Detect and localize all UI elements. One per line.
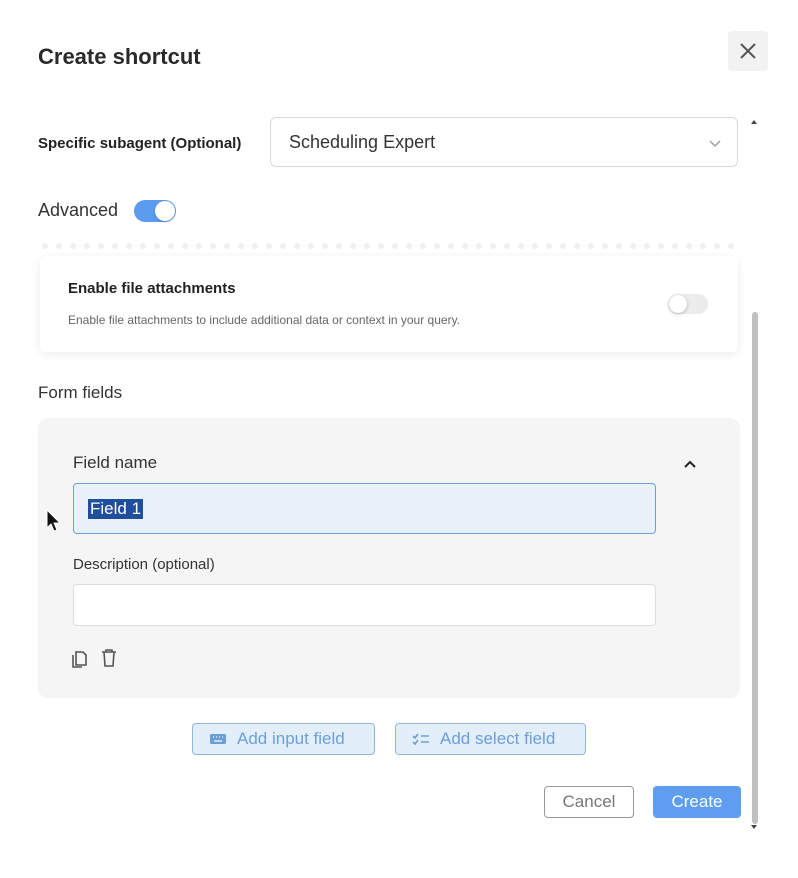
description-label: Description (optional) bbox=[73, 556, 215, 573]
file-attachments-title: Enable file attachments bbox=[68, 280, 236, 297]
close-button[interactable] bbox=[728, 31, 768, 71]
scrollbar-thumb[interactable] bbox=[752, 312, 758, 824]
field-name-label: Field name bbox=[73, 453, 158, 472]
field-name-input[interactable]: Field 1 bbox=[73, 483, 656, 534]
toggle-knob bbox=[155, 201, 175, 221]
file-attachments-description: Enable file attachments to include addit… bbox=[68, 313, 461, 327]
file-attachments-toggle[interactable] bbox=[668, 294, 708, 314]
keyboard-icon bbox=[210, 734, 226, 744]
dialog-title: Create shortcut bbox=[38, 44, 201, 69]
advanced-toggle[interactable] bbox=[134, 200, 176, 222]
subagent-select-value: Scheduling Expert bbox=[289, 131, 436, 152]
checklist-icon bbox=[412, 733, 429, 746]
trash-icon[interactable] bbox=[100, 648, 118, 668]
add-input-field-button[interactable]: Add input field bbox=[192, 723, 375, 755]
mouse-pointer-icon bbox=[46, 508, 62, 532]
form-field-panel: Field name Field 1 Description (optional… bbox=[38, 418, 740, 698]
divider bbox=[38, 242, 740, 250]
advanced-label: Advanced bbox=[38, 200, 119, 220]
add-select-field-label: Add select field bbox=[440, 729, 556, 748]
close-icon bbox=[740, 43, 756, 59]
create-button[interactable]: Create bbox=[653, 786, 741, 818]
copy-icon[interactable] bbox=[70, 648, 90, 668]
chevron-up-icon[interactable] bbox=[683, 458, 697, 470]
scroll-down-arrow[interactable] bbox=[749, 822, 759, 832]
subagent-select[interactable]: Scheduling Expert bbox=[270, 117, 738, 167]
field-name-value: Field 1 bbox=[88, 498, 144, 519]
cancel-button[interactable]: Cancel bbox=[544, 786, 634, 818]
description-input[interactable] bbox=[73, 584, 656, 626]
scroll-up-arrow[interactable] bbox=[749, 117, 759, 127]
add-select-field-button[interactable]: Add select field bbox=[395, 723, 586, 755]
file-attachments-card: Enable file attachments Enable file atta… bbox=[40, 256, 738, 352]
chevron-down-icon bbox=[709, 140, 721, 148]
subagent-label: Specific subagent (Optional) bbox=[38, 135, 242, 152]
toggle-knob bbox=[669, 295, 687, 313]
add-input-field-label: Add input field bbox=[237, 729, 345, 748]
form-fields-label: Form fields bbox=[38, 383, 123, 402]
